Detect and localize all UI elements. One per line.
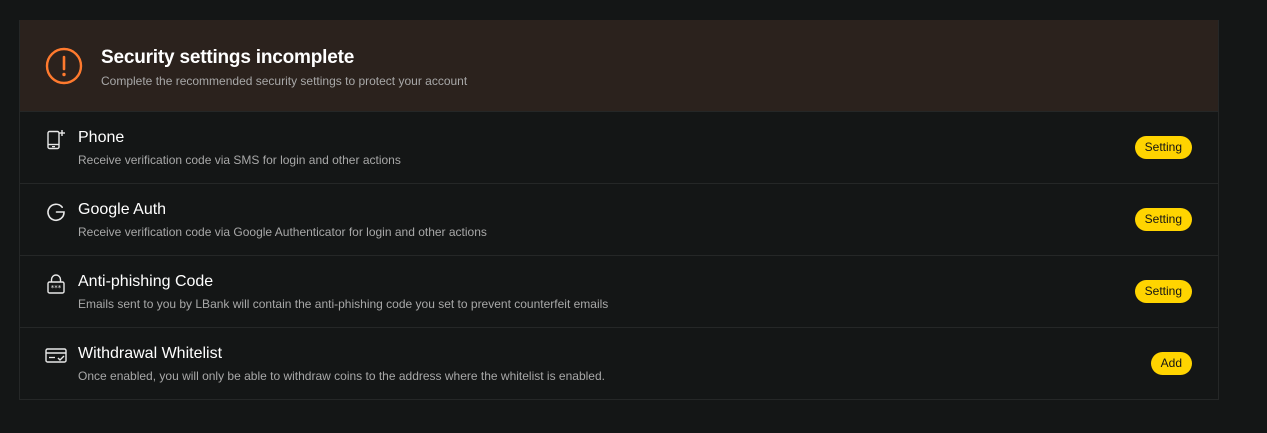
security-warning-banner: Security settings incomplete Complete th… xyxy=(20,20,1218,111)
row-text: Phone Receive verification code via SMS … xyxy=(78,128,401,168)
row-text: Withdrawal Whitelist Once enabled, you w… xyxy=(78,344,605,384)
item-title: Withdrawal Whitelist xyxy=(78,345,223,362)
item-description: Once enabled, you will only be able to w… xyxy=(78,369,605,383)
phone-setting-button[interactable]: Setting xyxy=(1134,136,1192,159)
warning-circle-icon xyxy=(45,47,83,85)
row-text: Google Auth Receive verification code vi… xyxy=(78,200,487,240)
banner-text: Security settings incomplete Complete th… xyxy=(101,46,467,89)
row-text: Anti-phishing Code Emails sent to you by… xyxy=(78,272,608,312)
item-description: Receive verification code via Google Aut… xyxy=(78,225,487,239)
security-item-anti-phishing: *** Anti-phishing Code Emails sent to yo… xyxy=(20,255,1218,327)
item-title: Anti-phishing Code xyxy=(78,273,214,290)
banner-subtitle: Complete the recommended security settin… xyxy=(101,74,468,88)
security-item-google-auth: Google Auth Receive verification code vi… xyxy=(20,183,1218,255)
security-item-withdrawal-whitelist: Withdrawal Whitelist Once enabled, you w… xyxy=(20,327,1218,399)
lock-code-icon: *** xyxy=(45,273,67,295)
google-auth-setting-button[interactable]: Setting xyxy=(1134,208,1192,231)
item-description: Receive verification code via SMS for lo… xyxy=(78,153,401,167)
security-settings-panel: Security settings incomplete Complete th… xyxy=(19,20,1219,400)
security-item-phone: Phone Receive verification code via SMS … xyxy=(20,111,1218,183)
card-check-icon xyxy=(45,345,67,367)
banner-title: Security settings incomplete xyxy=(101,47,355,68)
item-title: Phone xyxy=(78,129,125,146)
anti-phishing-setting-button[interactable]: Setting xyxy=(1134,280,1192,303)
item-title: Google Auth xyxy=(78,201,167,218)
svg-text:***: *** xyxy=(51,284,62,292)
google-icon xyxy=(45,201,67,223)
item-description: Emails sent to you by LBank will contain… xyxy=(78,297,609,311)
withdrawal-whitelist-add-button[interactable]: Add xyxy=(1150,352,1192,375)
phone-icon xyxy=(45,129,67,151)
